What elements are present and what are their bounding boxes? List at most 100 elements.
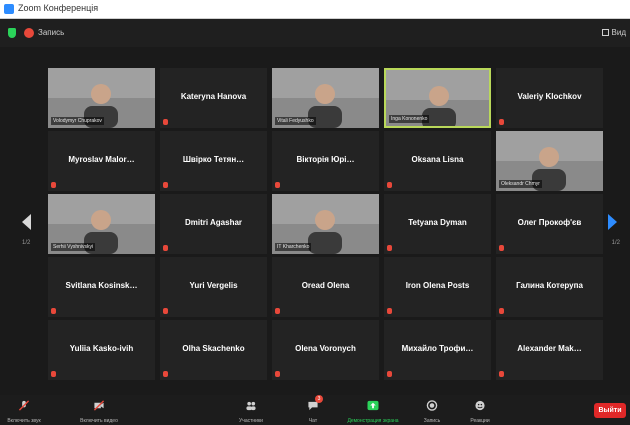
- participant-tile[interactable]: Inga Kononenko: [384, 68, 491, 128]
- muted-mic-icon: [387, 308, 392, 314]
- participant-tile[interactable]: Oread Olena: [272, 257, 379, 317]
- muted-mic-icon: [163, 245, 168, 251]
- participant-name: Yuliia Kasko-ivih: [69, 344, 134, 353]
- participant-tile[interactable]: Dmitri Agashar: [160, 194, 267, 254]
- participant-name: Tetyana Dyman: [408, 218, 467, 227]
- participant-name: Галина Котерупа: [516, 281, 583, 290]
- share-screen-button[interactable]: Демонстрация экрана: [338, 398, 408, 424]
- participant-video-name: Oleksandr Chmyr: [499, 180, 542, 188]
- unmute-label: Включить звук: [7, 418, 41, 424]
- start-video-button[interactable]: Включить видео: [74, 398, 124, 424]
- participant-name: Олег Прокоф'єв: [517, 218, 582, 227]
- participant-name: Olha Skachenko: [182, 344, 245, 353]
- participant-tile[interactable]: Yuliia Kasko-ivih: [48, 320, 155, 380]
- muted-mic-icon: [275, 371, 280, 377]
- participants-icon: [246, 401, 256, 411]
- participant-tile[interactable]: Oksana Lisna: [384, 131, 491, 191]
- participant-tile[interactable]: Олег Прокоф'єв: [496, 194, 603, 254]
- participant-tile[interactable]: Kateryna Hanova: [160, 68, 267, 128]
- muted-mic-icon: [499, 245, 504, 251]
- participant-tile[interactable]: Vitali Fedyushko: [272, 68, 379, 128]
- participant-tile[interactable]: Olena Voronych: [272, 320, 379, 380]
- grid-view-icon: [601, 29, 609, 36]
- participants-button[interactable]: Участники: [236, 398, 266, 424]
- muted-mic-icon: [499, 308, 504, 314]
- participant-tile[interactable]: IT Kharchenko: [272, 194, 379, 254]
- meeting-top-bar: Запись Вид: [0, 19, 630, 47]
- participant-tile[interactable]: Вікторія Юрі…: [272, 131, 379, 191]
- participant-name: Oread Olena: [301, 281, 350, 290]
- previous-page-icon[interactable]: [22, 214, 31, 230]
- unmute-button[interactable]: Включить звук: [4, 398, 44, 424]
- recording-icon[interactable]: [24, 28, 34, 38]
- participant-name: Швірко Тетян…: [182, 155, 245, 164]
- muted-mic-icon: [163, 182, 168, 188]
- camera-off-icon: [93, 400, 105, 411]
- participant-video-name: IT Kharchenko: [275, 243, 312, 251]
- participant-name: Михайло Трофи…: [401, 344, 474, 353]
- participant-name: Myroslav Malor…: [68, 155, 135, 164]
- participant-name: Iron Olena Posts: [405, 281, 470, 290]
- participant-tile[interactable]: Tetyana Dyman: [384, 194, 491, 254]
- muted-mic-icon: [499, 119, 504, 125]
- record-icon: [426, 400, 438, 411]
- participant-tile[interactable]: Svitlana Kosinsk…: [48, 257, 155, 317]
- share-screen-label: Демонстрация экрана: [347, 418, 399, 424]
- participant-name: Svitlana Kosinsk…: [65, 281, 138, 290]
- gallery-view: Volodymyr Chuprakov Kateryna Hanova Vitali…: [0, 48, 630, 388]
- participant-name: Olena Voronych: [295, 344, 356, 353]
- muted-mic-icon: [275, 182, 280, 188]
- muted-mic-icon: [163, 371, 168, 377]
- participant-tile[interactable]: Михайло Трофи…: [384, 320, 491, 380]
- window-title-bar: Zoom Конференція: [0, 0, 630, 19]
- view-button[interactable]: Вид: [601, 28, 626, 37]
- participant-tile[interactable]: Oleksandr Chmyr: [496, 131, 603, 191]
- participant-video-name: Vitali Fedyushko: [275, 117, 316, 125]
- participant-tile[interactable]: Serhii Vyshnivskyi: [48, 194, 155, 254]
- participant-name: Вікторія Юрі…: [296, 155, 355, 164]
- share-screen-icon: [367, 400, 379, 411]
- muted-mic-icon: [499, 371, 504, 377]
- muted-mic-icon: [387, 182, 392, 188]
- muted-mic-icon: [275, 308, 280, 314]
- participant-video-name: Volodymyr Chuprakov: [51, 117, 104, 125]
- participant-name: Valeriy Klochkov: [517, 92, 582, 101]
- participant-tile[interactable]: Olha Skachenko: [160, 320, 267, 380]
- reactions-icon: [475, 400, 485, 411]
- muted-mic-icon: [387, 245, 392, 251]
- participant-tile[interactable]: Галина Котерупа: [496, 257, 603, 317]
- muted-mic-icon: [51, 308, 56, 314]
- meeting-toolbar: Включить звук Включить видео Участники 3…: [0, 395, 630, 425]
- leave-meeting-button[interactable]: Выйти: [594, 403, 626, 418]
- participants-label: Участники: [239, 418, 263, 424]
- reactions-label: Реакции: [470, 418, 490, 424]
- reactions-button[interactable]: Реакции: [466, 398, 494, 424]
- participant-name: Alexander Mak…: [517, 344, 582, 353]
- participant-tile[interactable]: Швірко Тетян…: [160, 131, 267, 191]
- participant-video-name: Inga Kononenko: [389, 115, 430, 123]
- zoom-app-icon: [4, 4, 14, 14]
- muted-mic-icon: [51, 371, 56, 377]
- participant-tile[interactable]: Iron Olena Posts: [384, 257, 491, 317]
- start-video-label: Включить видео: [80, 418, 118, 424]
- next-page-icon[interactable]: [608, 214, 617, 230]
- participant-name: Oksana Lisna: [411, 155, 464, 164]
- participant-tile[interactable]: Alexander Mak…: [496, 320, 603, 380]
- view-label: Вид: [611, 28, 626, 37]
- muted-mic-icon: [163, 308, 168, 314]
- participant-tile[interactable]: Yuri Vergelis: [160, 257, 267, 317]
- page-indicator-left: 1/2: [22, 240, 31, 246]
- participant-tile[interactable]: Valeriy Klochkov: [496, 68, 603, 128]
- participant-name: Yuri Vergelis: [189, 281, 238, 290]
- participant-tile[interactable]: Myroslav Malor…: [48, 131, 155, 191]
- security-shield-icon[interactable]: [8, 28, 16, 38]
- muted-mic-icon: [163, 119, 168, 125]
- chat-label: Чат: [308, 418, 318, 424]
- participant-video-name: Serhii Vyshnivskyi: [51, 243, 96, 251]
- participant-name: Kateryna Hanova: [180, 92, 247, 101]
- chat-button[interactable]: 3 Чат: [303, 395, 323, 424]
- record-button[interactable]: Запись: [420, 398, 444, 424]
- participant-tile[interactable]: Volodymyr Chuprakov: [48, 68, 155, 128]
- muted-mic-icon: [387, 371, 392, 377]
- window-title: Zoom Конференція: [18, 3, 99, 13]
